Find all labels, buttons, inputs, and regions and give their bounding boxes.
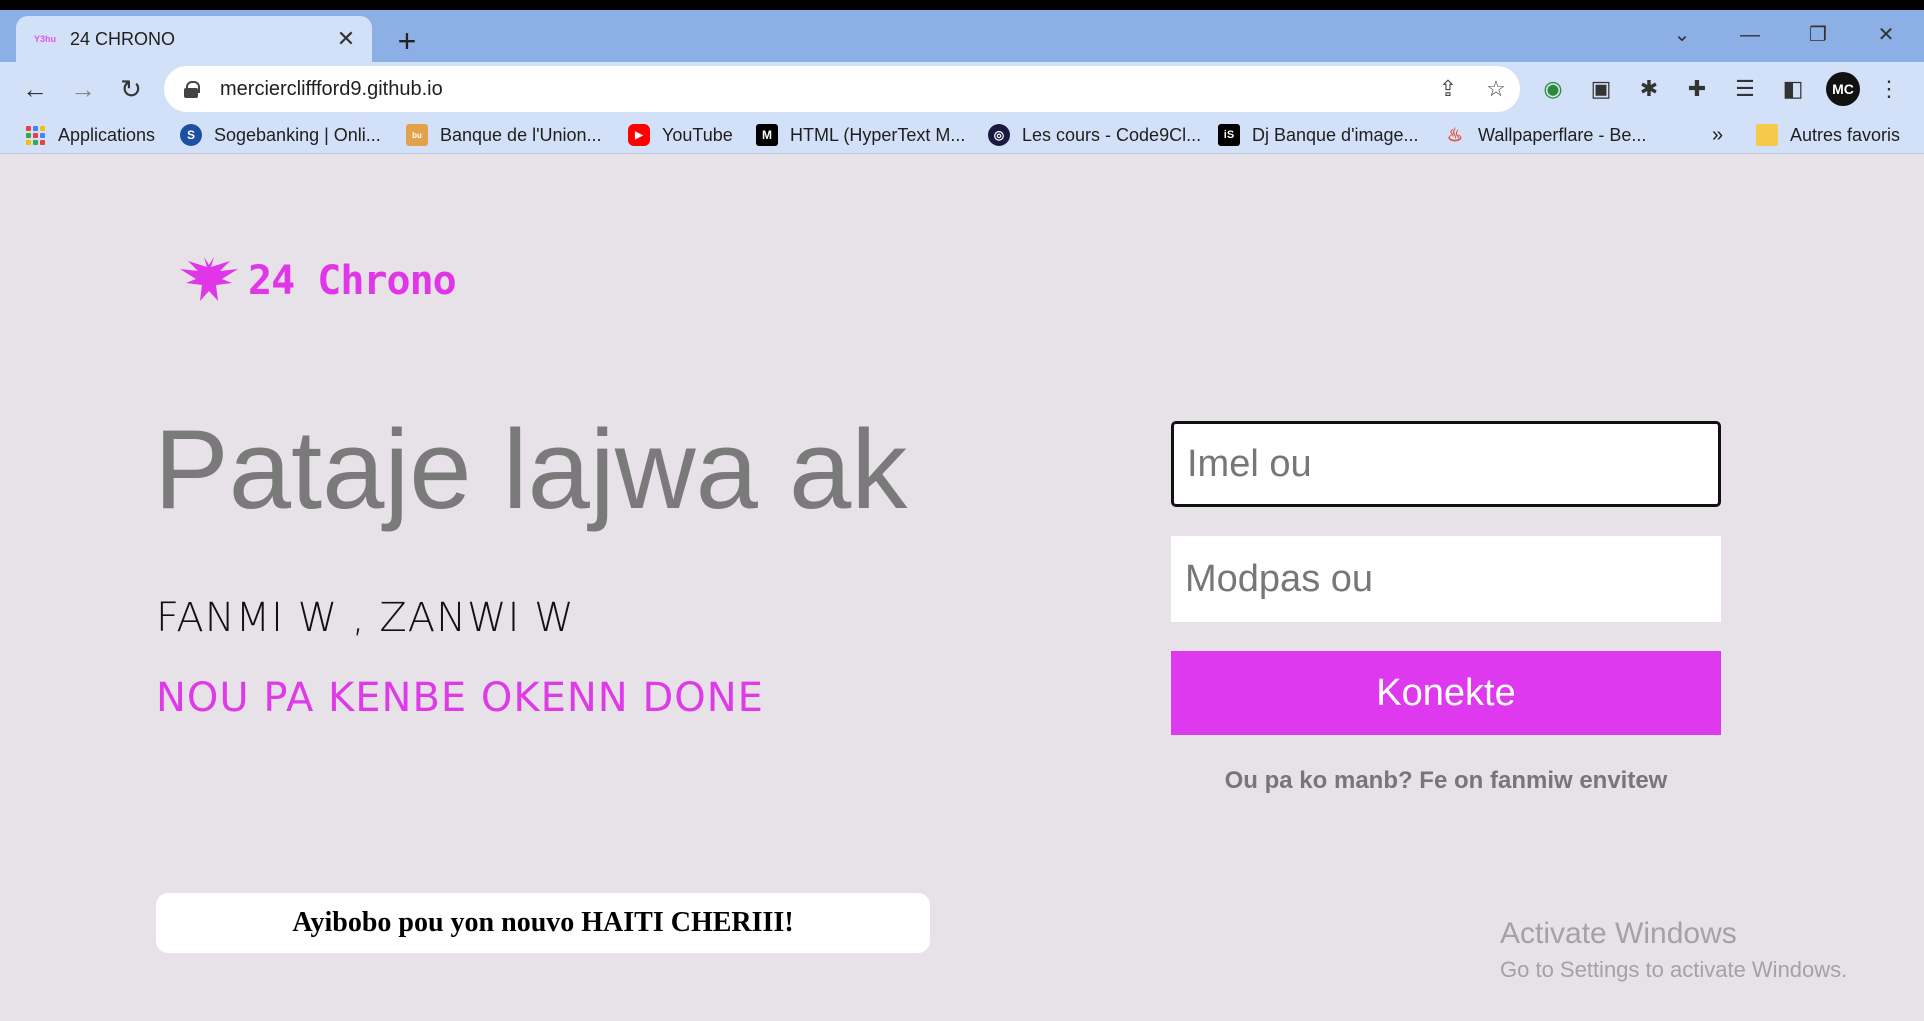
bookmark-label: Banque de l'Union... <box>440 124 602 145</box>
tab-close-icon[interactable]: ✕ <box>334 26 358 52</box>
site-logo[interactable]: 24 Chrono <box>178 255 457 307</box>
folder-icon <box>1756 124 1778 146</box>
password-field[interactable] <box>1171 536 1721 622</box>
bookmarks-overflow-chevron-icon[interactable]: » <box>1712 122 1723 148</box>
bookmark-star-icon[interactable]: ☆ <box>1472 76 1520 102</box>
bookmark-youtube[interactable]: ▶ YouTube <box>628 122 733 148</box>
bookmark-label: Wallpaperflare - Be... <box>1478 124 1647 145</box>
apps-grid-icon <box>24 124 46 146</box>
signup-link[interactable]: Ou pa ko manb? Fe on fanmiw envitew <box>1171 767 1721 795</box>
toolbar: ← → ↻ merciercliffford9.github.io ⇪ ☆ ◉ … <box>0 62 1924 116</box>
reload-icon[interactable]: ↻ <box>112 70 150 108</box>
bookmark-label: Sogebanking | Onli... <box>214 124 381 145</box>
address-bar[interactable]: merciercliffford9.github.io ⇪ ☆ <box>164 66 1520 112</box>
bookmark-label: Les cours - Code9Cl... <box>1022 124 1202 145</box>
mdn-icon: M <box>756 124 778 146</box>
share-icon[interactable]: ⇪ <box>1424 76 1472 102</box>
bookmark-html-mdn[interactable]: M HTML (HyperText M... <box>756 122 965 148</box>
bookmark-label: Applications <box>58 124 156 145</box>
back-arrow-icon[interactable]: ← <box>16 70 54 108</box>
banner-message: Ayibobo pou yon nouvo HAITI CHERIII! <box>156 893 930 953</box>
tab-24-chrono[interactable]: Y3hu 24 CHRONO ✕ <box>16 16 372 62</box>
bookmark-label: Dj Banque d'image... <box>1252 124 1419 145</box>
bug-extension-icon[interactable]: ✱ <box>1632 72 1666 106</box>
profile-avatar[interactable]: MC <box>1826 72 1860 106</box>
restore-button[interactable]: ❐ <box>1798 20 1838 50</box>
minimize-button[interactable]: — <box>1730 20 1770 50</box>
extensions-puzzle-icon[interactable]: ✚ <box>1680 72 1714 106</box>
close-window-button[interactable]: ✕ <box>1866 20 1906 50</box>
bookmark-label: YouTube <box>662 124 733 145</box>
phoenix-logo-icon <box>180 257 238 301</box>
bookmark-other-favorites[interactable]: Autres favoris <box>1756 122 1900 148</box>
tab-favicon-icon: Y3hu <box>34 34 57 44</box>
media-playlist-icon[interactable]: ☰ <box>1728 72 1762 106</box>
watermark-subtitle: Go to Settings to activate Windows. <box>1500 957 1848 982</box>
bookmark-sogebanking[interactable]: S Sogebanking | Onli... <box>180 122 381 148</box>
email-field[interactable] <box>1171 421 1721 507</box>
hero-heading: Pataje lajwa ak <box>154 407 908 532</box>
url-text[interactable]: merciercliffford9.github.io <box>220 78 1424 101</box>
code9-icon: ◎ <box>988 124 1010 146</box>
tab-search-chevron-icon[interactable]: ⌄ <box>1662 20 1702 50</box>
browser-window: Y3hu 24 CHRONO ✕ + ⌄ — ❐ ✕ ← → ↻ mercier… <box>0 10 1924 1021</box>
menu-kebab-icon[interactable]: ⋮ <box>1872 72 1906 106</box>
istock-icon: iS <box>1218 124 1240 146</box>
bookmarks-bar: Applications S Sogebanking | Onli... bu … <box>0 116 1924 154</box>
bookmark-istock[interactable]: iS Dj Banque d'image... <box>1218 122 1419 148</box>
bookmark-code9[interactable]: ◎ Les cours - Code9Cl... <box>988 122 1201 148</box>
tab-strip: Y3hu 24 CHRONO ✕ + ⌄ — ❐ ✕ <box>0 10 1924 62</box>
login-button[interactable]: Konekte <box>1171 651 1721 735</box>
globe-extension-icon[interactable]: ◉ <box>1536 72 1570 106</box>
image-extension-icon[interactable]: ▣ <box>1584 72 1618 106</box>
youtube-icon: ▶ <box>628 124 650 146</box>
bookmark-wallpaperflare[interactable]: ♨ Wallpaperflare - Be... <box>1444 122 1646 148</box>
watermark-title: Activate Windows <box>1500 917 1737 950</box>
subtitle-family: FANMI W , ZANWI W <box>156 595 575 641</box>
bookmark-applications[interactable]: Applications <box>24 122 155 148</box>
new-tab-button[interactable]: + <box>390 24 424 58</box>
bookmark-label: HTML (HyperText M... <box>790 124 966 145</box>
bookmark-label: Autres favoris <box>1790 124 1901 145</box>
bank-icon: bu <box>406 124 428 146</box>
wallpaperflare-icon: ♨ <box>1446 124 1464 145</box>
subtitle-privacy: NOU PA KENBE OKENN DONE <box>156 675 764 721</box>
tab-title: 24 CHRONO <box>70 28 176 49</box>
sogebank-icon: S <box>180 124 202 146</box>
forward-arrow-icon[interactable]: → <box>64 70 102 108</box>
side-panel-icon[interactable]: ◧ <box>1776 72 1810 106</box>
windows-activation-watermark: Activate Windows Go to Settings to activ… <box>1500 917 1847 983</box>
lock-icon[interactable] <box>184 81 200 98</box>
bookmark-banque-union[interactable]: bu Banque de l'Union... <box>406 122 602 148</box>
logo-text: 24 Chrono <box>248 258 457 304</box>
page-content: 24 Chrono Pataje lajwa ak FANMI W , ZANW… <box>0 155 1924 1021</box>
